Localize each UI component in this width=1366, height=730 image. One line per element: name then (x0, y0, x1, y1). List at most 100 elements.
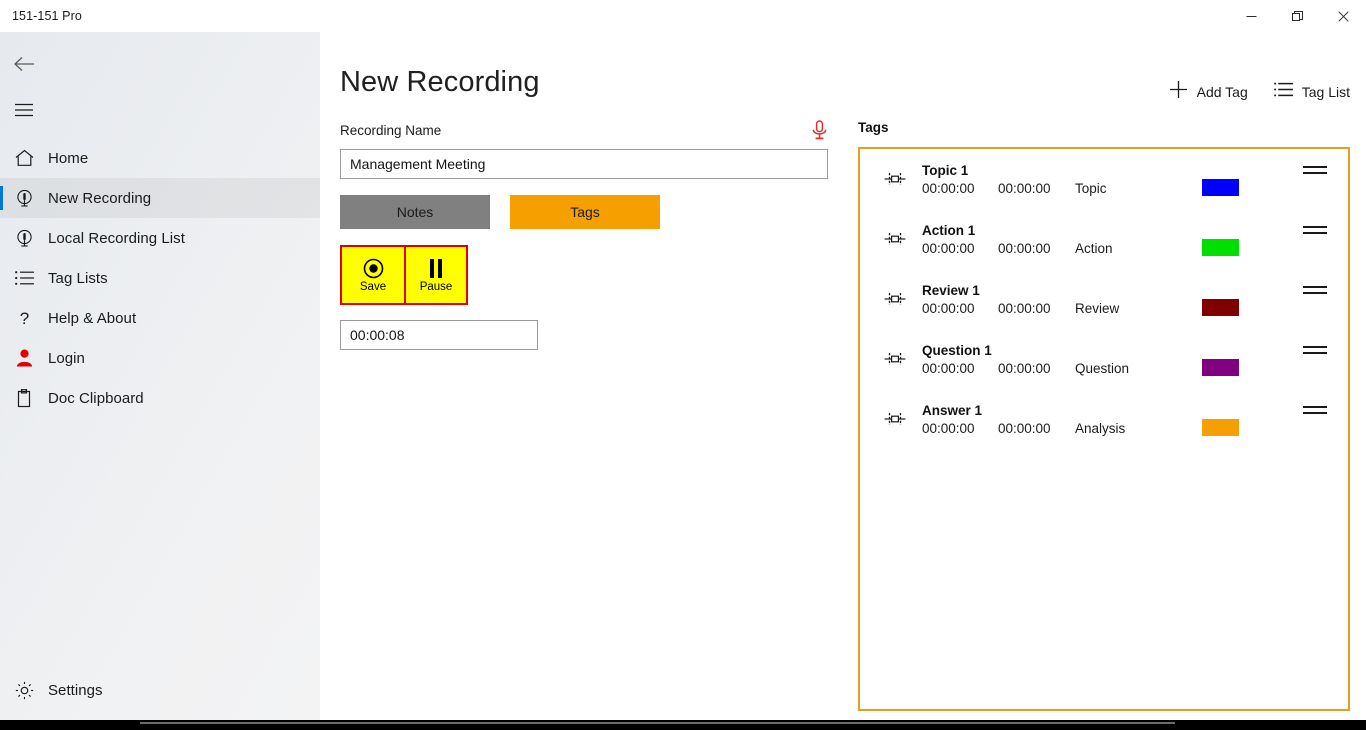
back-button[interactable] (0, 42, 320, 86)
sidebar-item-label: Settings (48, 682, 103, 699)
sidebar-item-label: Help & About (48, 310, 136, 327)
sidebar-item-doc-clipboard[interactable]: Doc Clipboard (0, 378, 320, 418)
tag-category: Review (1075, 300, 1119, 317)
system-taskbar (0, 720, 1366, 730)
tag-end-time: 00:00:00 (998, 420, 1075, 437)
save-recording-button[interactable]: Save (342, 247, 404, 303)
restore-button[interactable] (1274, 0, 1320, 32)
tags-button[interactable]: Tags (510, 195, 660, 229)
add-tag-button[interactable]: Add Tag (1169, 80, 1248, 104)
tag-detail-row: 00:00:00 00:00:00 Review (922, 300, 1202, 317)
close-button[interactable] (1320, 0, 1366, 32)
tag-row[interactable]: Topic 1 00:00:00 00:00:00 Topic (860, 149, 1348, 209)
tag-color-swatch[interactable] (1202, 359, 1239, 376)
tag-detail-row: 00:00:00 00:00:00 Question (922, 360, 1202, 377)
tag-color-swatch[interactable] (1202, 179, 1239, 196)
tag-color-cell (1202, 163, 1292, 196)
microphone-icon (0, 189, 48, 208)
tag-detail-row: 00:00:00 00:00:00 Topic (922, 180, 1202, 197)
top-action-bar: Add Tag Tag List (1169, 80, 1350, 104)
tag-list-label: Tag List (1302, 84, 1350, 100)
tag-row[interactable]: Question 1 00:00:00 00:00:00 Question (860, 329, 1348, 389)
tag-color-cell (1202, 223, 1292, 256)
tag-list-button[interactable]: Tag List (1274, 82, 1350, 102)
record-dot-icon (363, 257, 384, 279)
notes-button[interactable]: Notes (340, 195, 490, 229)
tag-fields: Answer 1 00:00:00 00:00:00 Analysis (912, 402, 1202, 437)
tag-color-swatch[interactable] (1202, 419, 1239, 436)
add-tag-label: Add Tag (1197, 84, 1248, 100)
sidebar-item-label: New Recording (48, 190, 151, 207)
sidebar-item-tag-lists[interactable]: Tag Lists (0, 258, 320, 298)
tags-list-panel[interactable]: Topic 1 00:00:00 00:00:00 Topic (858, 147, 1350, 711)
sidebar-item-home[interactable]: Home (0, 138, 320, 178)
tag-category: Question (1075, 360, 1129, 377)
tag-end-time: 00:00:00 (998, 180, 1075, 197)
tag-marker-icon (878, 412, 912, 426)
transport-controls: Save Pause (340, 245, 468, 305)
tag-row[interactable]: Answer 1 00:00:00 00:00:00 Analysis (860, 389, 1348, 449)
tag-name: Topic 1 (922, 162, 1202, 179)
tag-start-time: 00:00:00 (922, 360, 998, 377)
drag-handle-icon[interactable] (1292, 226, 1338, 252)
sidebar-spacer (0, 418, 320, 670)
tag-fields: Question 1 00:00:00 00:00:00 Question (912, 342, 1202, 377)
tags-heading: Tags (858, 120, 1350, 135)
pause-recording-button[interactable]: Pause (404, 247, 466, 303)
restore-icon (1292, 11, 1303, 22)
drag-handle-icon[interactable] (1292, 346, 1338, 372)
tag-end-time: 00:00:00 (998, 360, 1075, 377)
tags-section: Tags Topic 1 (858, 120, 1350, 711)
tag-detail-row: 00:00:00 00:00:00 Action (922, 240, 1202, 257)
tag-detail-row: 00:00:00 00:00:00 Analysis (922, 420, 1202, 437)
recording-name-row: Recording Name (340, 120, 828, 140)
main-content: New Recording Add Tag (320, 32, 1366, 720)
tag-fields: Topic 1 00:00:00 00:00:00 Topic (912, 162, 1202, 197)
back-arrow-icon (0, 56, 48, 72)
hamburger-icon (0, 103, 48, 117)
sidebar-item-label: Doc Clipboard (48, 390, 144, 407)
recording-form: Recording Name Notes Tags (340, 120, 840, 350)
tag-color-swatch[interactable] (1202, 239, 1239, 256)
tag-end-time: 00:00:00 (998, 300, 1075, 317)
sidebar-item-new-recording[interactable]: New Recording (0, 178, 320, 218)
drag-handle-icon[interactable] (1292, 286, 1338, 312)
recording-timer-input[interactable] (340, 320, 538, 350)
tag-name: Question 1 (922, 342, 1202, 359)
svg-text:?: ? (19, 309, 28, 328)
tag-start-time: 00:00:00 (922, 240, 998, 257)
pause-icon (430, 257, 442, 279)
microphone-status-icon[interactable] (811, 120, 828, 140)
pause-button-label: Pause (420, 281, 453, 293)
tag-name: Answer 1 (922, 402, 1202, 419)
clipboard-icon (0, 389, 48, 408)
drag-handle-icon[interactable] (1292, 406, 1338, 432)
save-button-label: Save (360, 281, 386, 293)
taskbar-accent-line (140, 722, 1175, 724)
sidebar-item-login[interactable]: Login (0, 338, 320, 378)
tag-marker-icon (878, 292, 912, 306)
tag-row[interactable]: Review 1 00:00:00 00:00:00 Review (860, 269, 1348, 329)
tag-name: Review 1 (922, 282, 1202, 299)
menu-toggle-button[interactable] (0, 88, 320, 132)
list-icon (1274, 82, 1293, 102)
sidebar-item-help-about[interactable]: ? Help & About (0, 298, 320, 338)
tag-category: Topic (1075, 180, 1107, 197)
sidebar-item-label: Home (48, 150, 88, 167)
drag-handle-icon[interactable] (1292, 166, 1338, 192)
sidebar-item-label: Local Recording List (48, 230, 185, 247)
question-mark-icon: ? (0, 309, 48, 328)
sidebar-item-settings[interactable]: Settings (0, 670, 320, 710)
tag-color-swatch[interactable] (1202, 299, 1239, 316)
minimize-button[interactable] (1228, 0, 1274, 32)
sidebar-item-local-recording-list[interactable]: Local Recording List (0, 218, 320, 258)
tag-start-time: 00:00:00 (922, 420, 998, 437)
tag-fields: Action 1 00:00:00 00:00:00 Action (912, 222, 1202, 257)
tag-name: Action 1 (922, 222, 1202, 239)
sidebar-item-label: Login (48, 350, 85, 367)
tag-fields: Review 1 00:00:00 00:00:00 Review (912, 282, 1202, 317)
recording-name-label: Recording Name (340, 123, 441, 138)
recording-name-input[interactable] (340, 149, 828, 179)
tag-row[interactable]: Action 1 00:00:00 00:00:00 Action (860, 209, 1348, 269)
gear-icon (0, 681, 48, 700)
